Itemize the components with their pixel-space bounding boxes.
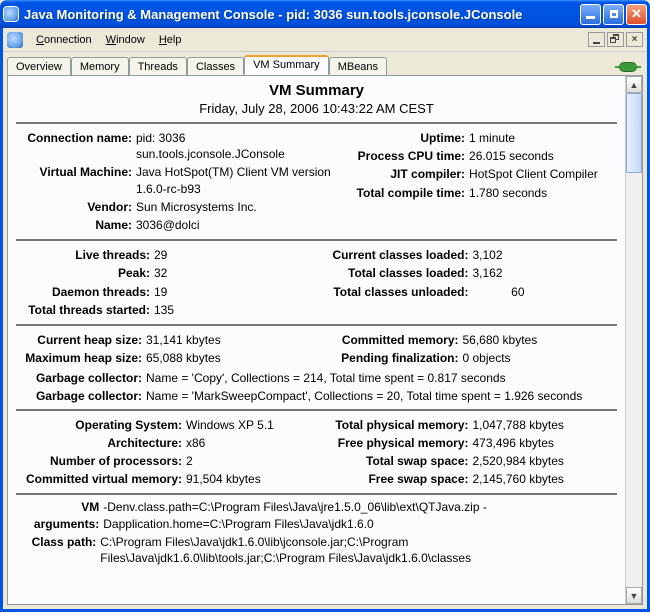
- value-cpu-time: 26.015 seconds: [469, 148, 617, 164]
- label-live-threads: Live threads:: [16, 247, 154, 263]
- value-ts: 2,520,984 kbytes: [473, 453, 618, 469]
- label-gc1: Garbage collector:: [16, 370, 146, 386]
- mdi-close-button[interactable]: ×: [626, 32, 643, 47]
- scroll-up-button[interactable]: ▲: [626, 76, 642, 93]
- value-arch: x86: [186, 435, 311, 451]
- value-fp: 473,496 kbytes: [473, 435, 618, 451]
- value-connection-name: pid: 3036 sun.tools.jconsole.JConsole: [136, 130, 331, 162]
- menu-window[interactable]: Window: [99, 31, 152, 49]
- value-classes-loaded: 3,102: [473, 247, 618, 263]
- label-cvm: Committed virtual memory:: [16, 471, 186, 487]
- label-started: Total threads started:: [16, 302, 154, 318]
- value-classes-total: 3,162: [473, 265, 618, 281]
- value-name: 3036@dolci: [136, 217, 331, 233]
- page-title: VM Summary: [16, 82, 617, 99]
- app-icon: [3, 6, 19, 22]
- label-classes-loaded: Current classes loaded:: [323, 247, 473, 263]
- value-vendor: Sun Microsystems Inc.: [136, 199, 331, 215]
- value-virtual-machine: Java HotSpot(TM) Client VM version 1.6.0…: [136, 164, 331, 196]
- value-tp: 1,047,788 kbytes: [473, 417, 618, 433]
- label-arch: Architecture:: [16, 435, 186, 451]
- label-fp: Free physical memory:: [323, 435, 473, 451]
- java-icon: [7, 32, 23, 48]
- connection-status-icon: [619, 62, 637, 72]
- tabbar: Overview Memory Threads Classes VM Summa…: [3, 52, 647, 75]
- label-pending: Pending finalization:: [323, 350, 463, 366]
- label-peak: Peak:: [16, 265, 154, 281]
- divider: [16, 324, 617, 326]
- value-classes-unloaded: 60: [473, 284, 525, 300]
- label-virtual-machine: Virtual Machine:: [16, 164, 136, 180]
- menu-help[interactable]: Help: [152, 31, 189, 49]
- label-connection-name: Connection name:: [16, 130, 136, 146]
- value-maxheap: 65,088 kbytes: [146, 350, 311, 366]
- tab-memory[interactable]: Memory: [71, 57, 129, 76]
- tab-overview[interactable]: Overview: [7, 57, 71, 76]
- menu-connection[interactable]: Connection: [29, 31, 99, 49]
- value-started: 135: [154, 302, 311, 318]
- vertical-scrollbar[interactable]: ▲ ▼: [625, 76, 642, 604]
- label-committed: Committed memory:: [323, 332, 463, 348]
- tab-threads[interactable]: Threads: [129, 57, 187, 76]
- label-cpu-time: Process CPU time:: [343, 148, 469, 164]
- value-peak: 32: [154, 265, 311, 281]
- label-vmargs: VM arguments:: [16, 499, 103, 531]
- label-classes-total: Total classes loaded:: [323, 265, 473, 281]
- value-gc1: Name = 'Copy', Collections = 214, Total …: [146, 370, 506, 386]
- value-classpath: C:\Program Files\Java\jdk1.6.0\lib\jcons…: [100, 534, 617, 566]
- mdi-minimize-button[interactable]: [588, 32, 605, 47]
- value-daemon: 19: [154, 284, 311, 300]
- scroll-down-button[interactable]: ▼: [626, 587, 642, 604]
- divider: [16, 409, 617, 411]
- label-classes-unloaded: Total classes unloaded:: [323, 284, 473, 300]
- mdi-restore-button[interactable]: [607, 32, 624, 47]
- label-fs: Free swap space:: [323, 471, 473, 487]
- label-name: Name:: [16, 217, 136, 233]
- window-titlebar: Java Monitoring & Management Console - p…: [0, 0, 650, 28]
- summary-date: Friday, July 28, 2006 10:43:22 AM CEST: [16, 101, 617, 116]
- label-daemon: Daemon threads:: [16, 284, 154, 300]
- label-classpath: Class path:: [16, 534, 100, 566]
- tab-classes[interactable]: Classes: [187, 57, 244, 76]
- divider: [16, 493, 617, 495]
- label-procs: Number of processors:: [16, 453, 186, 469]
- value-fs: 2,145,760 kbytes: [473, 471, 618, 487]
- label-uptime: Uptime:: [343, 130, 469, 146]
- maximize-button[interactable]: [603, 4, 624, 25]
- value-heap: 31,141 kbytes: [146, 332, 311, 348]
- tab-vmsummary[interactable]: VM Summary: [244, 55, 329, 75]
- label-tp: Total physical memory:: [323, 417, 473, 433]
- window-title: Java Monitoring & Management Console - p…: [24, 7, 580, 22]
- value-live-threads: 29: [154, 247, 311, 263]
- tab-panel: VM Summary Friday, July 28, 2006 10:43:2…: [7, 75, 643, 605]
- value-vmargs: -Denv.class.path=C:\Program Files\Java\j…: [103, 499, 617, 531]
- label-vendor: Vendor:: [16, 199, 136, 215]
- scroll-thumb[interactable]: [626, 93, 642, 173]
- label-compile-time: Total compile time:: [343, 185, 469, 201]
- value-compile-time: 1.780 seconds: [469, 185, 617, 201]
- label-gc2: Garbage collector:: [16, 388, 146, 404]
- divider: [16, 122, 617, 124]
- scroll-track[interactable]: [626, 93, 642, 587]
- value-cvm: 91,504 kbytes: [186, 471, 311, 487]
- label-jit: JIT compiler:: [343, 166, 469, 182]
- vm-summary-content: VM Summary Friday, July 28, 2006 10:43:2…: [8, 76, 625, 604]
- value-jit: HotSpot Client Compiler: [469, 166, 617, 182]
- label-heap: Current heap size:: [16, 332, 146, 348]
- menubar: Connection Window Help ×: [3, 28, 647, 52]
- value-uptime: 1 minute: [469, 130, 617, 146]
- label-os: Operating System:: [16, 417, 186, 433]
- value-gc2: Name = 'MarkSweepCompact', Collections =…: [146, 388, 582, 404]
- value-committed: 56,680 kbytes: [463, 332, 618, 348]
- value-os: Windows XP 5.1: [186, 417, 311, 433]
- value-procs: 2: [186, 453, 311, 469]
- value-pending: 0 objects: [463, 350, 618, 366]
- label-ts: Total swap space:: [323, 453, 473, 469]
- divider: [16, 239, 617, 241]
- tab-mbeans[interactable]: MBeans: [329, 57, 387, 76]
- close-button[interactable]: ✕: [626, 4, 647, 25]
- minimize-button[interactable]: [580, 4, 601, 25]
- label-maxheap: Maximum heap size:: [16, 350, 146, 366]
